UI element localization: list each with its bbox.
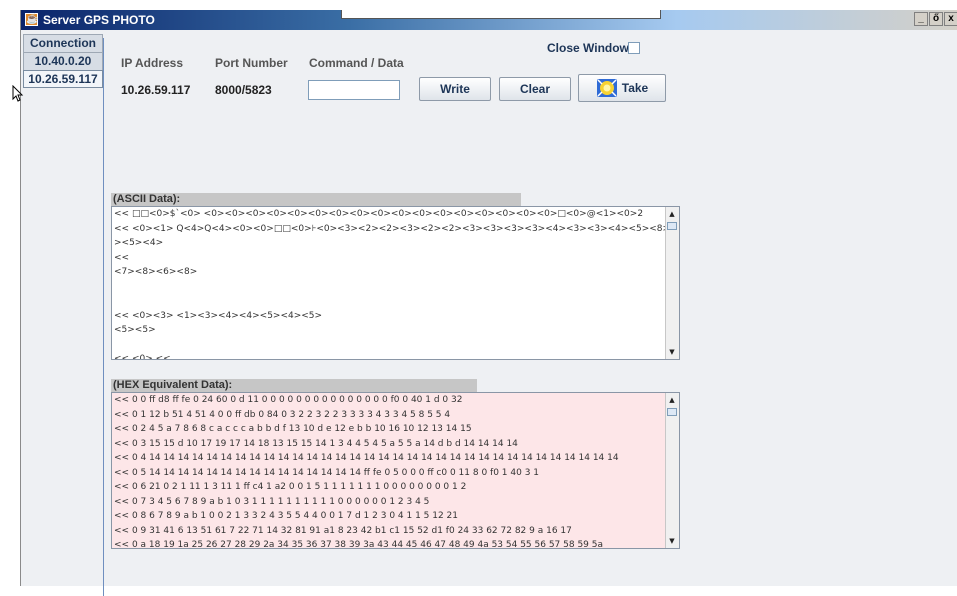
hex-data-textarea[interactable]: << 0 0 ff d8 ff fe 0 24 60 0 d 11 0 0 0 … <box>111 392 680 549</box>
ascii-scrollbar[interactable]: ▲ ▼ <box>665 207 679 359</box>
camera-flash-icon <box>596 79 617 97</box>
hex-line: << 0 a 18 19 1a 25 26 27 28 29 2a 34 35 … <box>114 540 604 549</box>
command-data-input[interactable] <box>308 80 400 100</box>
java-cup-icon: ☕ <box>25 13 39 26</box>
hex-line: << 0 7 3 4 5 6 7 8 9 a b 1 0 3 1 1 1 1 1… <box>114 496 430 507</box>
take-button[interactable]: Take <box>578 74 666 102</box>
hex-line: << 0 4 14 14 14 14 14 14 14 14 14 14 14 … <box>114 453 619 463</box>
hex-line: << 0 6 21 0 2 1 11 1 3 11 1 ff c4 1 a2 0… <box>114 482 467 492</box>
close-button[interactable]: x <box>944 12 957 26</box>
ascii-line: << <0> << <box>114 354 171 360</box>
hex-line: << 0 1 12 b 51 4 51 4 0 0 ff db 0 84 0 3… <box>114 409 451 420</box>
close-window-label: Close Window <box>547 41 629 55</box>
ascii-data-label: (ASCII Data): <box>111 193 521 206</box>
hex-scroll-thumb[interactable] <box>667 408 677 416</box>
window-controls: _ ő x <box>914 12 957 26</box>
arrow-down-icon[interactable]: ▼ <box>667 346 677 358</box>
ip-address-header: IP Address <box>121 56 184 70</box>
close-window-checkbox[interactable] <box>628 42 640 54</box>
tab-connection[interactable]: Connection <box>23 34 103 52</box>
arrow-up-icon[interactable]: ▲ <box>667 394 677 406</box>
mouse-cursor-icon <box>12 85 24 102</box>
ascii-scroll-thumb[interactable] <box>667 222 677 230</box>
port-number-value: 8000/5823 <box>215 83 272 97</box>
take-button-label: Take <box>621 81 649 95</box>
ascii-data-textarea[interactable]: << □□<0>$`<0> <0><0><0><0><0><0><0><0><0… <box>111 206 680 360</box>
ascii-line <box>112 280 679 295</box>
title-bar-slot <box>341 10 661 19</box>
hex-line: << 0 0 ff d8 ff fe 0 24 60 0 d 11 0 0 0 … <box>114 395 463 405</box>
minimize-button[interactable]: _ <box>914 12 928 26</box>
clear-button[interactable]: Clear <box>499 77 571 101</box>
tab-divider <box>103 38 104 596</box>
hex-line: << 0 8 6 7 8 9 a b 1 0 0 2 1 3 3 2 4 3 5… <box>114 511 459 521</box>
ascii-line: <7><8><6><8> <box>114 267 198 277</box>
hex-scrollbar[interactable]: ▲ ▼ <box>665 393 679 548</box>
main-window: ☕ Server GPS PHOTO _ ő x Connection 10.4… <box>12 10 957 596</box>
ascii-line: <5><5> <box>114 325 156 335</box>
hex-line: << 0 9 31 41 6 13 51 61 7 22 71 14 32 81… <box>114 525 572 536</box>
port-number-header: Port Number <box>215 56 288 70</box>
ascii-line: << <box>114 252 130 263</box>
restore-button[interactable]: ő <box>929 12 943 26</box>
hex-line: << 0 5 14 14 14 14 14 14 14 14 14 14 14 … <box>114 467 540 478</box>
arrow-down-icon[interactable]: ▼ <box>667 535 677 547</box>
hex-line: << 0 2 4 5 a 7 8 6 8 c a c c c a b b d f… <box>114 424 472 434</box>
hex-line: << 0 3 15 15 d 10 17 19 17 14 18 13 15 1… <box>114 438 518 449</box>
arrow-up-icon[interactable]: ▲ <box>667 208 677 220</box>
window-title: Server GPS PHOTO <box>43 13 155 27</box>
tab-10-26-59-117[interactable]: 10.26.59.117 <box>23 70 103 88</box>
ascii-line <box>112 294 679 309</box>
tab-10-40-0-20[interactable]: 10.40.0.20 <box>23 52 103 70</box>
ascii-line: << <0><1> Q<4>Q<4><0><0>□□<0>⊦<0><3><2><… <box>114 223 680 234</box>
command-data-header: Command / Data <box>309 56 404 70</box>
hex-data-label: (HEX Equivalent Data): <box>111 379 477 392</box>
ip-address-value: 10.26.59.117 <box>121 83 191 97</box>
write-button[interactable]: Write <box>419 77 491 101</box>
ascii-line <box>112 338 679 353</box>
ascii-line: ><5><4> <box>114 238 164 248</box>
title-bar: ☕ Server GPS PHOTO _ ő x <box>21 10 957 30</box>
ascii-line: << <0><3> <1><3><4><4><5><4><5> <box>114 310 323 321</box>
ascii-line: << □□<0>$`<0> <0><0><0><0><0><0><0><0><0… <box>114 209 644 219</box>
